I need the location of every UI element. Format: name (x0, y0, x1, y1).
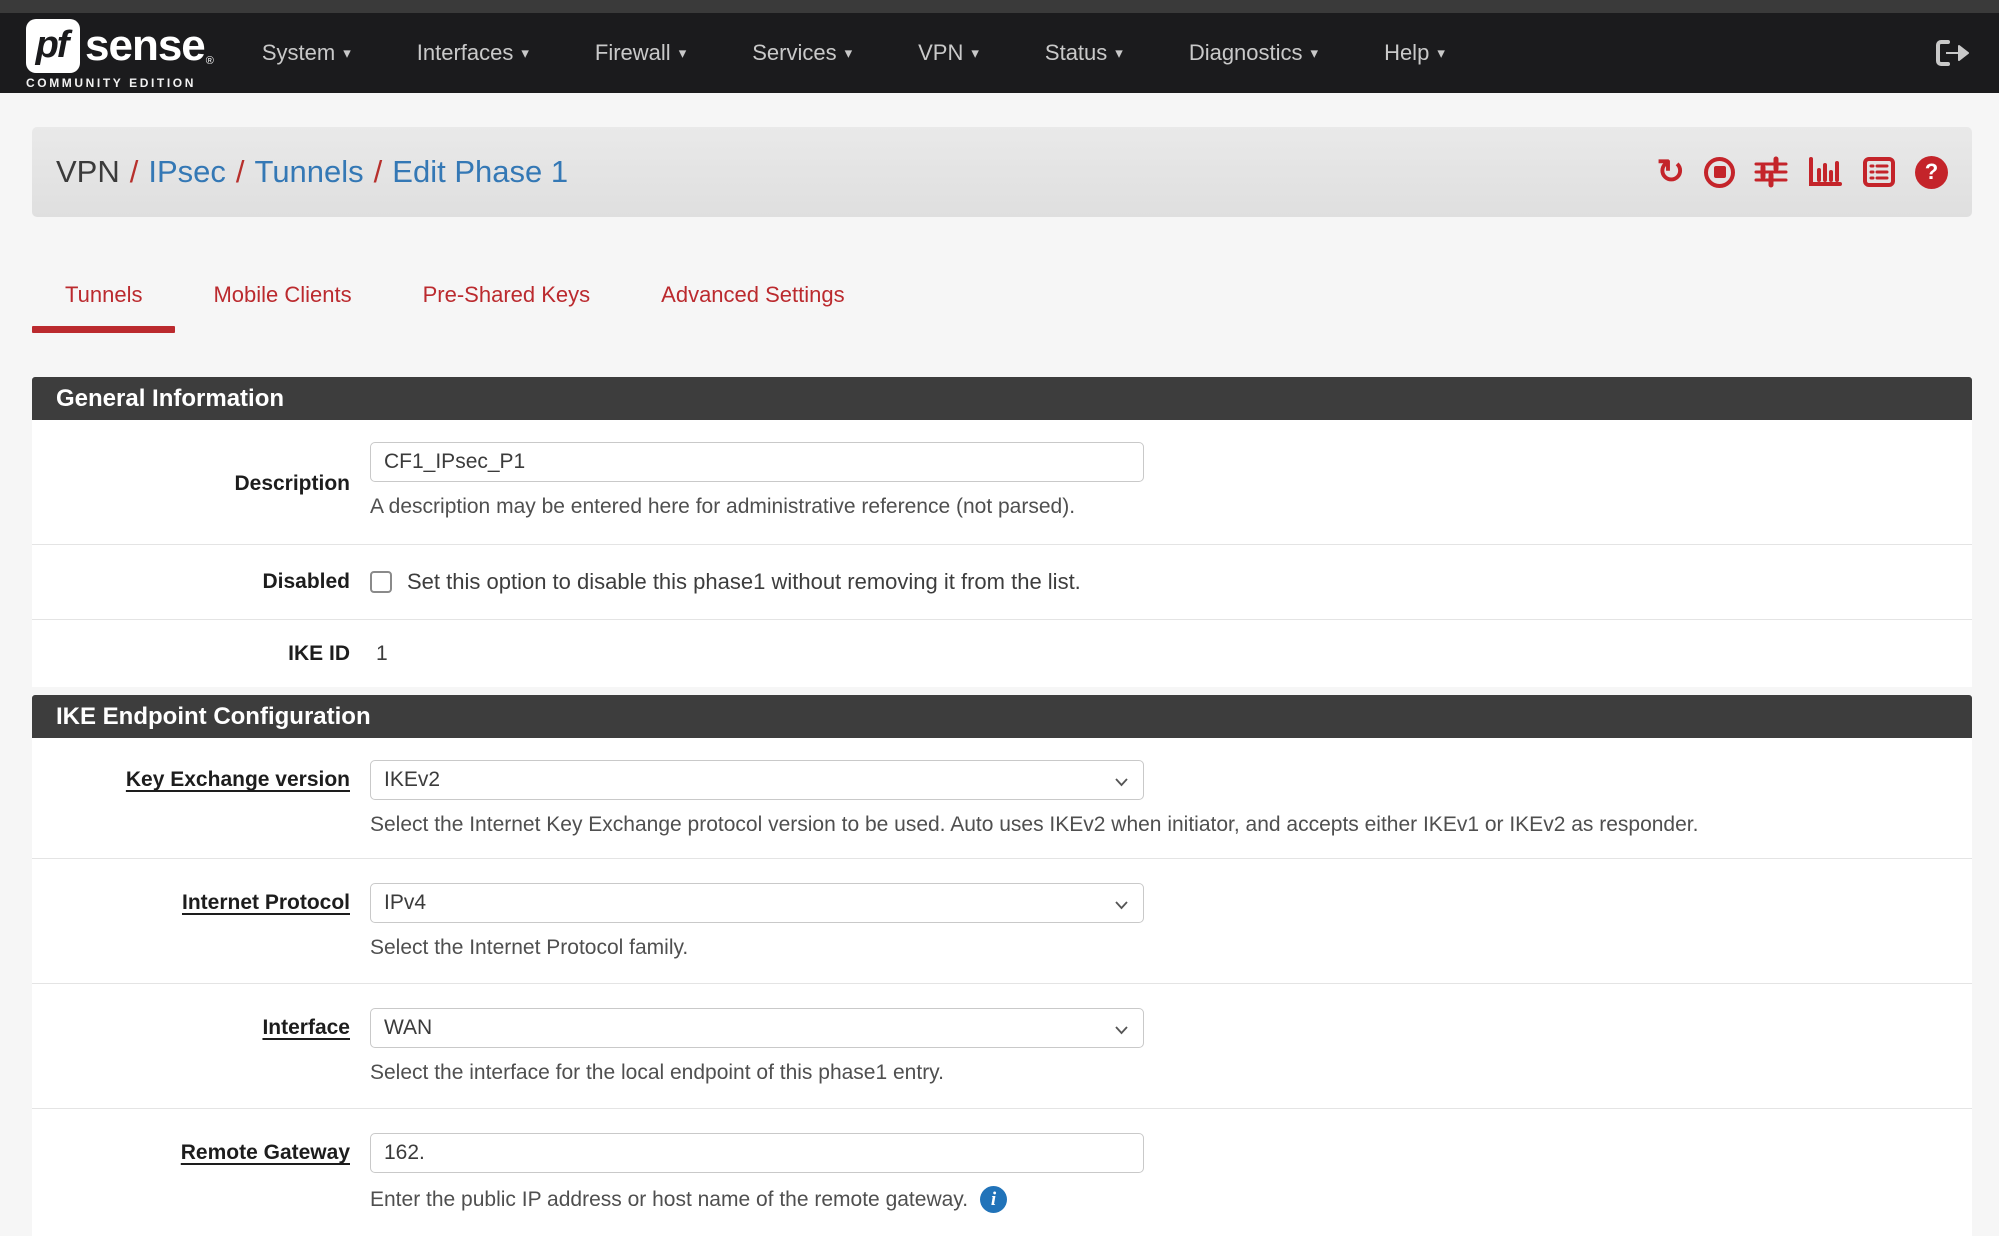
nav-item-status[interactable]: Status ▾ (1045, 40, 1123, 66)
ike-id-label: IKE ID (288, 642, 350, 665)
chevron-down-icon (1114, 1022, 1129, 1040)
interface-select[interactable]: WAN (370, 1008, 1144, 1048)
disabled-checkbox-text: Set this option to disable this phase1 w… (407, 569, 1081, 595)
key-exchange-version-select[interactable]: IKEv2 (370, 760, 1144, 800)
nav-item-interfaces[interactable]: Interfaces ▾ (417, 40, 529, 66)
disabled-checkbox[interactable] (370, 571, 392, 593)
form-row-interface: Interface WAN Select the interface for t… (32, 983, 1972, 1108)
list-icon[interactable] (1862, 156, 1896, 188)
logo-registered-mark: ® (206, 55, 214, 67)
form-row-remote-gateway: Remote Gateway Enter the public IP addre… (32, 1108, 1972, 1236)
nav-item-firewall[interactable]: Firewall ▾ (595, 40, 686, 66)
disabled-label: Disabled (262, 570, 350, 593)
pfsense-logo[interactable]: pf sense ® COMMUNITY EDITION (26, 19, 214, 90)
internet-protocol-label[interactable]: Internet Protocol (182, 891, 350, 914)
tab-tunnels[interactable]: Tunnels (32, 268, 175, 333)
main-navbar: pf sense ® COMMUNITY EDITION System ▾ In… (0, 13, 1999, 93)
window-top-strip (0, 0, 1999, 13)
logo-pf-text: pf (36, 24, 71, 67)
panel-title-general-information: General Information (32, 377, 1972, 420)
chevron-down-icon: ▾ (971, 44, 979, 62)
chevron-down-icon: ▾ (343, 44, 351, 62)
breadcrumb-link-edit-phase-1[interactable]: Edit Phase 1 (392, 154, 568, 190)
panel-title-ike-endpoint-configuration: IKE Endpoint Configuration (32, 695, 1972, 738)
remote-gateway-input[interactable] (370, 1133, 1144, 1173)
key-exchange-version-help-text: Select the Internet Key Exchange protoco… (370, 813, 1972, 837)
form-row-description: Description A description may be entered… (32, 420, 1972, 544)
form-row-ike-id: IKE ID 1 (32, 619, 1972, 687)
tab-advanced-settings[interactable]: Advanced Settings (628, 268, 877, 333)
breadcrumb-link-tunnels[interactable]: Tunnels (255, 154, 364, 190)
tab-pre-shared-keys[interactable]: Pre-Shared Keys (390, 268, 624, 333)
breadcrumb-separator: / (226, 154, 255, 190)
breadcrumb-separator: / (364, 154, 393, 190)
page-action-icons: ↻ (1657, 156, 1949, 189)
pfsense-logo-mark: pf (26, 19, 80, 73)
sliders-icon[interactable] (1754, 156, 1788, 188)
nav-item-diagnostics[interactable]: Diagnostics ▾ (1189, 40, 1318, 66)
form-row-internet-protocol: Internet Protocol IPv4 Select the Intern… (32, 858, 1972, 983)
stop-icon[interactable] (1704, 157, 1735, 188)
nav-item-services[interactable]: Services ▾ (752, 40, 852, 66)
form-row-key-exchange-version: Key Exchange version IKEv2 Select the In… (32, 738, 1972, 858)
chevron-down-icon: ▾ (1437, 44, 1445, 62)
chevron-down-icon: ▾ (1115, 44, 1123, 62)
logo-name-text: sense (85, 21, 205, 71)
help-icon[interactable]: ? (1915, 156, 1948, 189)
chevron-down-icon: ▾ (521, 44, 529, 62)
page-content: General Information Description A descri… (32, 377, 1972, 1236)
chevron-down-icon: ▾ (1311, 44, 1319, 62)
breadcrumb-link-ipsec[interactable]: IPsec (148, 154, 226, 190)
logo-subtitle: COMMUNITY EDITION (26, 76, 214, 90)
description-label: Description (234, 472, 350, 495)
chevron-down-icon: ▾ (679, 44, 687, 62)
key-exchange-version-label[interactable]: Key Exchange version (126, 768, 350, 791)
interface-label[interactable]: Interface (262, 1016, 350, 1039)
refresh-icon[interactable]: ↻ (1657, 157, 1686, 187)
nav-item-system[interactable]: System ▾ (262, 40, 351, 66)
panel-ike-endpoint-configuration: IKE Endpoint Configuration Key Exchange … (32, 695, 1972, 1236)
description-help-text: A description may be entered here for ad… (370, 495, 1972, 519)
tab-mobile-clients[interactable]: Mobile Clients (180, 268, 384, 333)
form-row-disabled: Disabled Set this option to disable this… (32, 544, 1972, 619)
breadcrumb-section: VPN (56, 154, 120, 190)
breadcrumb-bar: VPN / IPsec / Tunnels / Edit Phase 1 ↻ (32, 127, 1972, 217)
ike-id-value: 1 (370, 642, 388, 665)
description-input[interactable] (370, 442, 1144, 482)
nav-item-help[interactable]: Help ▾ (1384, 40, 1445, 66)
internet-protocol-help-text: Select the Internet Protocol family. (370, 936, 1972, 960)
ipsec-tabs: Tunnels Mobile Clients Pre-Shared Keys A… (32, 268, 883, 333)
nav-item-vpn[interactable]: VPN ▾ (918, 40, 979, 66)
active-tab-underline (32, 326, 175, 333)
internet-protocol-select[interactable]: IPv4 (370, 883, 1144, 923)
remote-gateway-label[interactable]: Remote Gateway (181, 1141, 350, 1164)
chevron-down-icon: ▾ (845, 44, 853, 62)
interface-help-text: Select the interface for the local endpo… (370, 1061, 1972, 1085)
info-icon[interactable]: i (980, 1186, 1007, 1213)
bar-chart-icon[interactable] (1807, 156, 1843, 188)
panel-general-information: General Information Description A descri… (32, 377, 1972, 687)
nav-menu: System ▾ Interfaces ▾ Firewall ▾ Service… (262, 40, 1445, 66)
sign-out-icon[interactable] (1933, 37, 1969, 69)
remote-gateway-help-text: Enter the public IP address or host name… (370, 1188, 968, 1212)
chevron-down-icon (1114, 897, 1129, 915)
breadcrumb-separator: / (120, 154, 149, 190)
chevron-down-icon (1114, 774, 1129, 792)
